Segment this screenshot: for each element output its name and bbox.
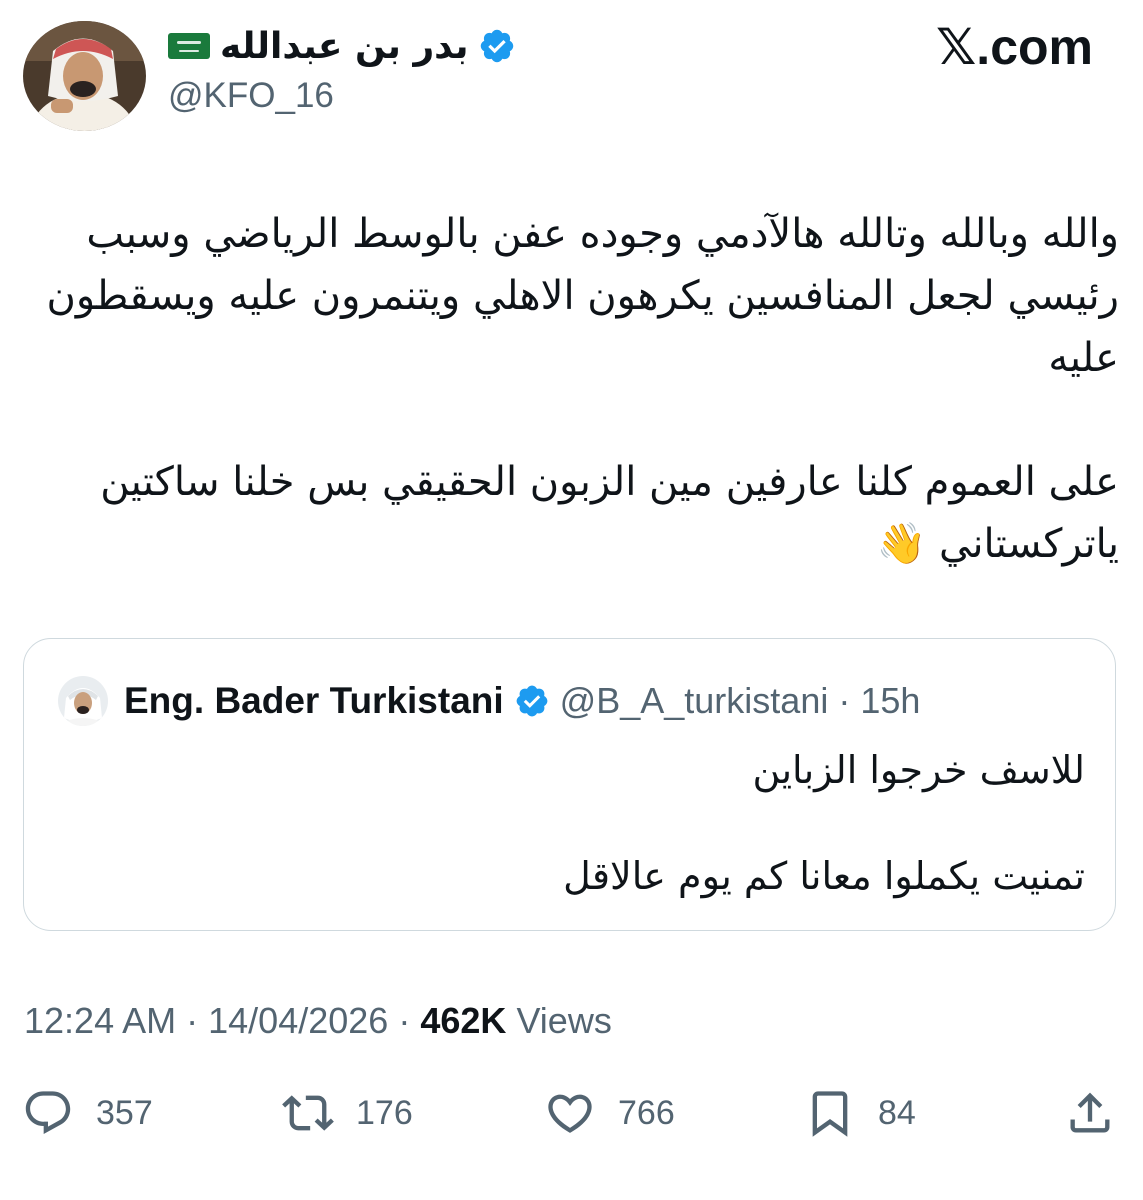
saudi-flag-icon <box>168 33 210 59</box>
tweet-meta: 12:24 AM · 14/04/2026 · 462K Views <box>24 1000 612 1042</box>
meta-separator: · <box>186 1000 199 1041</box>
share-button[interactable] <box>1064 1086 1116 1140</box>
author-avatar[interactable] <box>23 21 146 131</box>
reply-count: 357 <box>96 1093 153 1132</box>
repost-icon <box>282 1095 334 1131</box>
author-name-row: بدر بن عبدالله <box>168 22 516 70</box>
tweet-time[interactable]: 12:24 AM <box>24 1000 176 1041</box>
quoted-tweet-header: Eng. Bader Turkistani @B_A_turkistani · … <box>58 674 920 728</box>
x-com-logo: 𝕏 .com <box>936 18 1093 76</box>
quoted-author-handle[interactable]: @B_A_turkistani <box>560 680 829 722</box>
quoted-line-1: للاسف خرجوا الزباين <box>752 748 1085 792</box>
tweet-paragraph-2: على العموم كلنا عارفين مين الزبون الحقيق… <box>100 459 1119 567</box>
x-logo-text: .com <box>976 19 1093 75</box>
repost-count: 176 <box>356 1093 413 1132</box>
reply-icon <box>25 1091 71 1135</box>
like-count: 766 <box>618 1093 675 1132</box>
bookmark-count: 84 <box>878 1093 916 1132</box>
tweet-date[interactable]: 14/04/2026 <box>208 1000 388 1041</box>
quoted-line-2: تمنيت يكملوا معانا كم يوم عالاقل <box>563 854 1085 898</box>
bookmark-icon <box>812 1091 848 1137</box>
tweet-text: والله وبالله وتالله هالآدمي وجوده عفن با… <box>24 203 1120 575</box>
x-logo-icon: 𝕏 <box>936 18 976 76</box>
quoted-tweet-text: للاسف خرجوا الزباين تمنيت يكملوا معانا ك… <box>185 742 1085 904</box>
share-icon <box>1070 1092 1110 1133</box>
verified-badge-icon <box>516 685 548 717</box>
author-display-name[interactable]: بدر بن عبدالله <box>220 26 468 67</box>
reply-button[interactable]: 357 <box>22 1086 153 1140</box>
author-handle[interactable]: @KFO_16 <box>168 76 334 116</box>
like-button[interactable]: 766 <box>544 1086 675 1140</box>
repost-button[interactable]: 176 <box>282 1086 413 1140</box>
heart-icon <box>548 1094 592 1133</box>
quoted-author-avatar[interactable] <box>58 676 108 726</box>
views-label: Views <box>516 1000 612 1041</box>
tweet-paragraph-1: والله وبالله وتالله هالآدمي وجوده عفن با… <box>46 211 1120 381</box>
meta-separator: · <box>398 1000 411 1041</box>
quoted-author-name[interactable]: Eng. Bader Turkistani <box>124 680 504 722</box>
bookmark-button[interactable]: 84 <box>804 1086 916 1140</box>
meta-separator: · <box>838 680 851 721</box>
views-count: 462K <box>420 1000 507 1041</box>
quoted-time-ago[interactable]: 15h <box>860 680 920 722</box>
verified-badge-icon <box>481 29 514 63</box>
